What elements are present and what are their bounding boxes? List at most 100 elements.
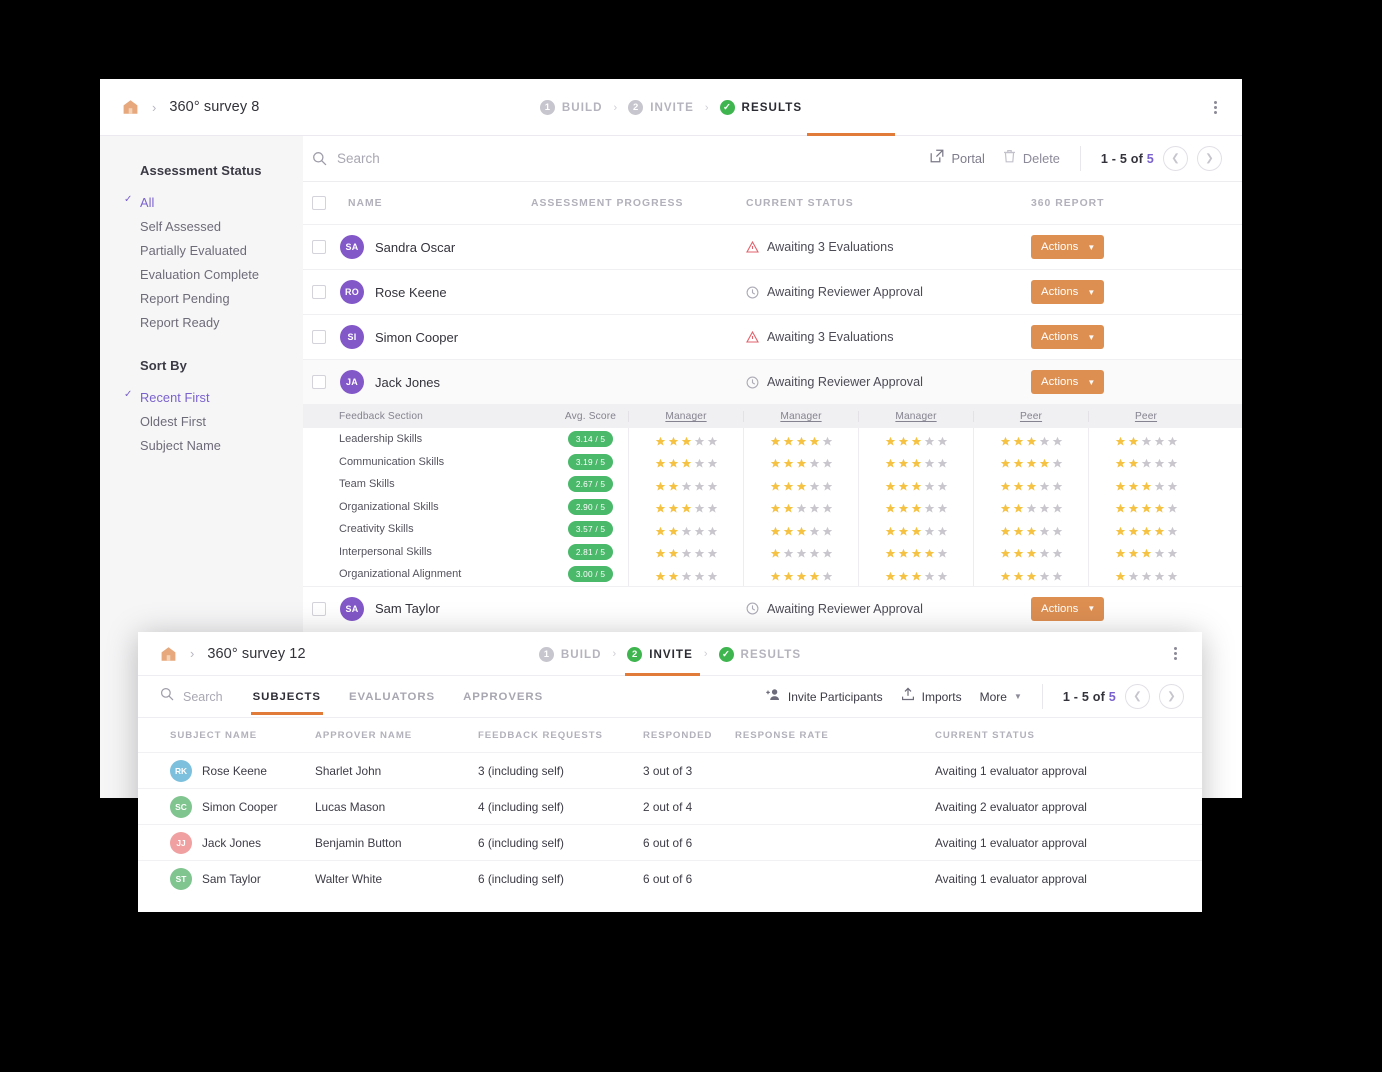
rating-cell[interactable]	[743, 450, 858, 473]
rating-cell[interactable]	[858, 563, 973, 586]
rating-cell[interactable]	[1088, 450, 1203, 473]
tab-evaluators[interactable]: EVALUATORS	[335, 679, 449, 715]
rating-cell[interactable]	[973, 540, 1088, 563]
rating-cell[interactable]	[743, 495, 858, 518]
previous-page-button[interactable]: ❮	[1125, 684, 1150, 709]
rater-column-header-4[interactable]: Peer	[973, 411, 1088, 422]
rating-cell[interactable]	[743, 428, 858, 451]
rating-cell[interactable]	[743, 540, 858, 563]
table-row[interactable]: JJ Jack Jones Benjamin Button 6 (including …	[138, 824, 1202, 860]
rating-cell[interactable]	[628, 540, 743, 563]
star-icon	[822, 524, 833, 536]
next-page-button[interactable]: ❯	[1197, 146, 1222, 171]
rating-cell[interactable]	[973, 428, 1088, 451]
more-menu-button[interactable]: More ▼	[980, 690, 1022, 704]
sidebar-item-recent-first[interactable]: Recent First	[100, 385, 303, 409]
star-icon	[911, 569, 922, 581]
step-results[interactable]: ✓ RESULTS	[718, 646, 802, 662]
actions-button[interactable]: Actions ▼	[1031, 596, 1105, 621]
rating-cell[interactable]	[973, 518, 1088, 541]
sidebar-item-subject-name[interactable]: Subject Name	[100, 433, 303, 457]
rater-column-header-3[interactable]: Manager	[858, 411, 973, 422]
rating-cell[interactable]	[628, 563, 743, 586]
rating-cell[interactable]	[858, 540, 973, 563]
next-page-button[interactable]: ❯	[1159, 684, 1184, 709]
table-row[interactable]: SI Simon Cooper Awaiting 3 Evaluations A…	[303, 314, 1242, 359]
delete-button[interactable]: Delete	[1003, 149, 1060, 168]
imports-button[interactable]: Imports	[901, 687, 962, 706]
rating-cell[interactable]	[858, 518, 973, 541]
step-separator: ›	[612, 648, 617, 660]
rating-cell[interactable]	[743, 563, 858, 586]
sidebar-item-oldest-first[interactable]: Oldest First	[100, 409, 303, 433]
row-checkbox[interactable]	[312, 601, 326, 616]
actions-button[interactable]: Actions ▼	[1031, 370, 1105, 394]
rater-column-header-1[interactable]: Manager	[628, 411, 743, 422]
feedback-section-name: Organizational Skills	[339, 500, 439, 513]
select-all-checkbox[interactable]	[312, 196, 326, 210]
rating-cell[interactable]	[858, 495, 973, 518]
rating-cell[interactable]	[628, 495, 743, 518]
avg-score-cell: 3.14 / 5	[553, 431, 628, 448]
rating-cell[interactable]	[1088, 473, 1203, 496]
sidebar-item-report-ready[interactable]: Report Ready	[100, 310, 303, 334]
rating-cell[interactable]	[1088, 563, 1203, 586]
search-input[interactable]: Search	[303, 151, 912, 166]
invite-participants-button[interactable]: Invite Participants	[766, 687, 883, 706]
actions-button[interactable]: Actions ▼	[1031, 235, 1105, 259]
portal-button[interactable]: Portal	[930, 149, 985, 168]
rating-cell[interactable]	[973, 473, 1088, 496]
rater-column-header-5[interactable]: Peer	[1088, 411, 1203, 422]
sidebar-item-partially-evaluated[interactable]: Partially Evaluated	[100, 238, 303, 262]
rating-cell[interactable]	[1088, 428, 1203, 451]
rating-cell[interactable]	[628, 428, 743, 451]
rating-cell[interactable]	[973, 450, 1088, 473]
step-invite[interactable]: 2 INVITE	[628, 100, 694, 115]
row-checkbox[interactable]	[312, 240, 326, 254]
table-row[interactable]: RK Rose Keene Sharlet John 3 (including sel…	[138, 752, 1202, 788]
more-options-icon[interactable]	[1166, 645, 1184, 663]
warning-icon	[746, 240, 759, 253]
rating-cell[interactable]	[1088, 495, 1203, 518]
rating-cell[interactable]	[858, 428, 973, 451]
sidebar-item-all[interactable]: All	[100, 190, 303, 214]
home-icon[interactable]	[122, 99, 139, 115]
table-row[interactable]: SA Sam Taylor Awaiting Reviewer Approval	[303, 585, 1242, 631]
rating-cell[interactable]	[628, 450, 743, 473]
star-icon	[707, 434, 718, 446]
row-checkbox[interactable]	[312, 375, 326, 389]
sidebar-item-self-assessed[interactable]: Self Assessed	[100, 214, 303, 238]
step-invite[interactable]: 2 INVITE	[627, 646, 693, 662]
table-row[interactable]: ST Sam Taylor Walter White 6 (including sel…	[138, 860, 1202, 896]
rater-column-header-2[interactable]: Manager	[743, 411, 858, 422]
rating-cell[interactable]	[973, 495, 1088, 518]
rating-cell[interactable]	[628, 518, 743, 541]
actions-button[interactable]: Actions ▼	[1031, 325, 1105, 349]
table-row[interactable]: JA Jack Jones Awaiting Reviewer Approval	[303, 359, 1242, 404]
rating-cell[interactable]	[628, 473, 743, 496]
rating-cell[interactable]	[743, 473, 858, 496]
sidebar-item-report-pending[interactable]: Report Pending	[100, 286, 303, 310]
previous-page-button[interactable]: ❮	[1163, 146, 1188, 171]
table-row[interactable]: SA Sandra Oscar Awaiting 3 Evaluations A…	[303, 224, 1242, 269]
rating-cell[interactable]	[1088, 518, 1203, 541]
step-check-icon: ✓	[719, 100, 735, 115]
rating-cell[interactable]	[973, 563, 1088, 586]
rating-cell[interactable]	[858, 450, 973, 473]
actions-button[interactable]: Actions ▼	[1031, 280, 1105, 304]
rating-cell[interactable]	[858, 473, 973, 496]
tab-approvers[interactable]: APPROVERS	[449, 679, 557, 715]
step-results[interactable]: ✓ RESULTS	[719, 100, 803, 115]
step-build[interactable]: 1 BUILD	[539, 100, 603, 115]
rating-cell[interactable]	[1088, 540, 1203, 563]
sidebar-item-evaluation-complete[interactable]: Evaluation Complete	[100, 262, 303, 286]
more-options-icon[interactable]	[1206, 98, 1224, 116]
rating-cell[interactable]	[743, 518, 858, 541]
row-checkbox[interactable]	[312, 330, 326, 344]
tab-subjects[interactable]: SUBJECTS	[239, 679, 335, 715]
row-checkbox[interactable]	[312, 285, 326, 299]
search-input[interactable]: Search	[160, 687, 223, 706]
table-row[interactable]: SC Simon Cooper Lucas Mason 4 (including se…	[138, 788, 1202, 824]
step-build[interactable]: 1 BUILD	[538, 646, 602, 662]
table-row[interactable]: RO Rose Keene Awaiting Reviewer Approval	[303, 269, 1242, 314]
